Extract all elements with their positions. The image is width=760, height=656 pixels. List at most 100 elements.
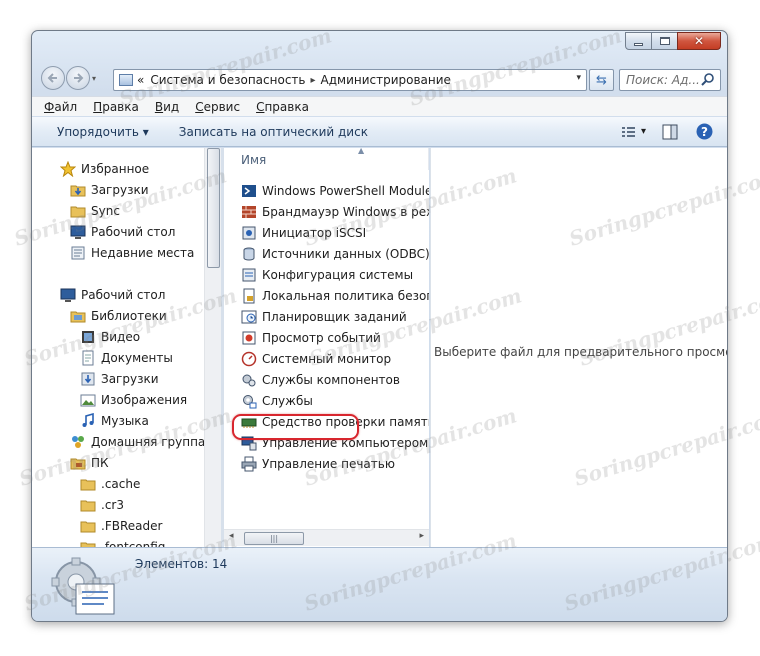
nav-favorites[interactable]: Избранное bbox=[60, 158, 149, 179]
maximize-icon bbox=[659, 37, 670, 45]
admin-tools-folder-icon bbox=[48, 552, 118, 621]
menu-help[interactable]: Справка bbox=[256, 100, 309, 114]
minimize-button[interactable] bbox=[625, 32, 652, 50]
nav-libraries[interactable]: Библиотеки bbox=[70, 305, 167, 326]
file-item[interactable]: Просмотр событий bbox=[241, 327, 429, 348]
desktop-icon bbox=[70, 224, 86, 240]
documents-icon bbox=[80, 350, 96, 366]
file-item[interactable]: Конфигурация системы bbox=[241, 264, 429, 285]
breadcrumb-system-security[interactable]: Система и безопасность bbox=[150, 73, 305, 87]
file-item[interactable]: Службы компонентов bbox=[241, 369, 429, 390]
libraries-icon bbox=[70, 308, 86, 324]
maximize-button[interactable] bbox=[651, 32, 678, 50]
print-management-shortcut-icon bbox=[241, 456, 257, 472]
folder-icon bbox=[80, 476, 96, 492]
event-viewer-shortcut-icon bbox=[241, 330, 257, 346]
scroll-left-icon[interactable]: ◂ bbox=[229, 531, 234, 541]
organize-button[interactable]: Упорядочить ▾ bbox=[57, 125, 149, 139]
nav-music[interactable]: Музыка bbox=[80, 410, 149, 431]
svg-text:?: ? bbox=[701, 125, 708, 139]
address-bar[interactable]: « Система и безопасность ▸ Администриров… bbox=[113, 69, 587, 91]
forward-button[interactable] bbox=[66, 66, 90, 90]
column-name-label: Имя bbox=[241, 153, 267, 167]
file-item[interactable]: Брандмауэр Windows в режиме повышенной б… bbox=[241, 201, 429, 222]
recent-places-icon bbox=[70, 245, 86, 261]
nav-documents[interactable]: Документы bbox=[80, 347, 173, 368]
nav-scrollbar[interactable] bbox=[204, 148, 221, 548]
window-controls: ✕ bbox=[625, 32, 721, 50]
scroll-right-icon[interactable]: ▸ bbox=[419, 531, 424, 541]
file-item[interactable]: Управление печатью bbox=[241, 453, 429, 474]
forward-arrow-icon bbox=[74, 73, 84, 83]
command-bar: Упорядочить ▾ Записать на оптический дис… bbox=[32, 117, 727, 147]
nav-downloads-library[interactable]: Загрузки bbox=[80, 368, 159, 389]
nav-pictures[interactable]: Изображения bbox=[80, 389, 187, 410]
recent-pages-dropdown[interactable]: ▾ bbox=[92, 74, 96, 83]
breadcrumb-administration[interactable]: Администрирование bbox=[321, 73, 451, 87]
nav-folder-fbreader[interactable]: .FBReader bbox=[80, 515, 162, 536]
navigation-pane: Избранное Загрузки Sync Рабочий стол Нед… bbox=[32, 148, 221, 548]
nav-homegroup[interactable]: Домашняя группа bbox=[70, 431, 205, 452]
services-highlight-annotation bbox=[232, 414, 359, 440]
preview-message: Выберите файл для предварительного просм… bbox=[434, 345, 728, 359]
back-button[interactable] bbox=[41, 66, 65, 90]
menu-file[interactable]: Файл bbox=[44, 100, 77, 114]
iscsi-shortcut-icon bbox=[241, 225, 257, 241]
nav-sync[interactable]: Sync bbox=[70, 200, 120, 221]
folder-icon bbox=[70, 203, 86, 219]
nav-scroll-thumb[interactable] bbox=[207, 148, 220, 268]
file-list-pane: Имя ▲ Windows PowerShell Modules Брандма… bbox=[224, 148, 429, 548]
refresh-button[interactable]: ⇆ bbox=[589, 69, 614, 91]
nav-video[interactable]: Видео bbox=[80, 326, 140, 347]
search-icon[interactable] bbox=[701, 72, 715, 92]
file-item[interactable]: Планировщик заданий bbox=[241, 306, 429, 327]
file-list-hscrollbar[interactable]: ◂ ||| ▸ bbox=[224, 529, 429, 546]
sort-ascending-icon: ▲ bbox=[358, 148, 365, 155]
burn-disc-button[interactable]: Записать на оптический диск bbox=[179, 125, 368, 139]
nav-desktop-favorite[interactable]: Рабочий стол bbox=[70, 221, 175, 242]
search-placeholder: Поиск: Ад... bbox=[626, 73, 700, 87]
help-icon[interactable]: ? bbox=[696, 123, 713, 140]
nav-desktop[interactable]: Рабочий стол bbox=[60, 284, 165, 305]
nav-folder-cr3[interactable]: .cr3 bbox=[80, 494, 124, 515]
back-arrow-icon bbox=[47, 73, 57, 83]
file-item[interactable]: Инициатор iSCSI bbox=[241, 222, 429, 243]
hscroll-thumb[interactable]: ||| bbox=[244, 532, 304, 545]
video-icon bbox=[80, 329, 96, 345]
search-input[interactable]: Поиск: Ад... bbox=[619, 69, 721, 91]
close-icon: ✕ bbox=[693, 34, 705, 48]
column-header-name[interactable]: Имя ▲ bbox=[224, 148, 429, 170]
address-dropdown-icon[interactable]: ▾ bbox=[576, 73, 581, 83]
folder-icon bbox=[80, 518, 96, 534]
menu-view[interactable]: Вид bbox=[155, 100, 179, 114]
nav-downloads[interactable]: Загрузки bbox=[70, 179, 149, 200]
folder-icon bbox=[80, 497, 96, 513]
nav-recent-places[interactable]: Недавние места bbox=[70, 242, 194, 263]
address-overflow[interactable]: « bbox=[137, 73, 144, 87]
close-button[interactable]: ✕ bbox=[677, 32, 721, 50]
nav-folder-cache[interactable]: .cache bbox=[80, 473, 140, 494]
services-shortcut-icon bbox=[241, 393, 257, 409]
menu-tools[interactable]: Сервис bbox=[195, 100, 240, 114]
performance-monitor-shortcut-icon bbox=[241, 351, 257, 367]
file-item[interactable]: Windows PowerShell Modules bbox=[241, 180, 429, 201]
music-icon bbox=[80, 412, 96, 429]
menu-edit[interactable]: Правка bbox=[93, 100, 139, 114]
file-item[interactable]: Системный монитор bbox=[241, 348, 429, 369]
view-dropdown-icon[interactable]: ▾ bbox=[641, 126, 646, 137]
desktop-icon bbox=[60, 287, 76, 303]
downloads-icon bbox=[70, 182, 86, 198]
nav-computer[interactable]: ПК bbox=[70, 452, 109, 473]
file-item-services[interactable]: Службы bbox=[241, 390, 429, 411]
security-policy-shortcut-icon bbox=[241, 288, 257, 304]
file-item[interactable]: Локальная политика безопасности bbox=[241, 285, 429, 306]
odbc-shortcut-icon bbox=[241, 246, 257, 262]
computer-icon bbox=[70, 455, 86, 471]
breadcrumb-separator-icon[interactable]: ▸ bbox=[310, 75, 315, 86]
menu-bar: Файл Правка Вид Сервис Справка bbox=[32, 96, 727, 116]
file-item[interactable]: Источники данных (ODBC) bbox=[241, 243, 429, 264]
preview-pane-icon[interactable] bbox=[662, 124, 678, 140]
explorer-window: ✕ ▾ « Система и безопасность ▸ Администр… bbox=[31, 30, 728, 622]
view-options-icon[interactable] bbox=[621, 125, 637, 139]
item-count-label: Элементов: 14 bbox=[135, 557, 228, 571]
